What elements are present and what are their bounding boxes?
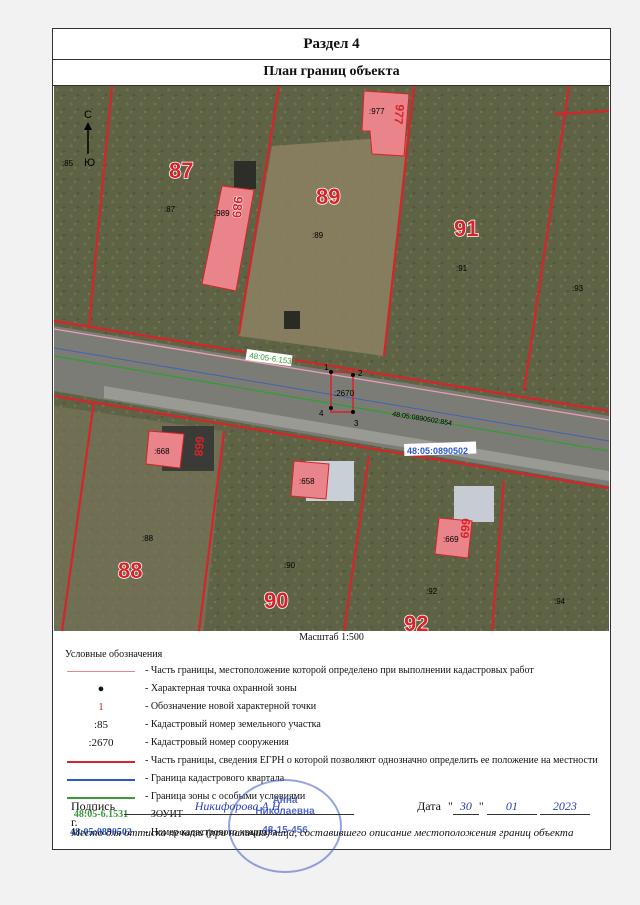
legend-title: Условные обозначения — [65, 649, 163, 660]
date-year: 2023 — [539, 799, 590, 815]
date-day: 30 — [452, 799, 479, 815]
signature-label: Подпись — [71, 799, 116, 813]
legend-blue-line — [67, 779, 135, 781]
point-1-label: 1 — [324, 363, 329, 372]
legend-row: - Граница кадастрового квартала — [65, 770, 605, 788]
legend-row: :2670 - Кадастровый номер сооружения — [65, 734, 605, 752]
south-label: Ю — [84, 157, 95, 169]
scale-label: Масштаб 1:500 — [299, 632, 364, 643]
quarter-label: 48:05:0890502 — [407, 446, 468, 456]
legend-parcel-symbol: :85 — [93, 719, 109, 731]
point-2-dot — [351, 373, 355, 377]
legend-pink-line — [67, 671, 135, 672]
legend-dot-icon: ● — [97, 683, 105, 695]
point-4-dot — [329, 406, 333, 410]
label-87: :87 — [164, 205, 176, 214]
big-90: 90 — [264, 588, 288, 613]
legend-row: - Часть границы, сведения ЕГРН о которой… — [65, 752, 605, 770]
point-2-label: 2 — [358, 369, 363, 378]
legend-red-line — [67, 761, 135, 763]
legend-row: :85 - Кадастровый номер земельного участ… — [65, 716, 605, 734]
legend-text: - Кадастровый номер земельного участка — [145, 719, 321, 730]
legend-row: 1 - Обозначение новой характерной точки — [65, 698, 605, 716]
big-89: 89 — [316, 184, 340, 209]
cadastral-map: С Ю :85 87 :87 :989 989 89 :89 :977 977 … — [54, 86, 609, 631]
label-658: :658 — [299, 477, 315, 486]
north-label: С — [84, 109, 92, 121]
legend-text: - Кадастровый номер сооружения — [145, 737, 289, 748]
label-89: :89 — [312, 231, 324, 240]
document-sheet: Раздел 4 План границ объекта С Ю:85 87 … — [52, 28, 611, 873]
label-977: :977 — [369, 107, 385, 116]
rot-669: 669 — [457, 518, 473, 539]
structure-label: :2670 — [334, 389, 355, 398]
rot-977: 977 — [391, 104, 407, 125]
date-month: 01 — [486, 799, 537, 815]
legend-row: ● - Характерная точка охранной зоны — [65, 680, 605, 698]
rot-668: 668 — [191, 436, 207, 457]
label-989: :989 — [214, 209, 230, 218]
legend-point-symbol: 1 — [98, 701, 104, 713]
shed — [284, 311, 300, 329]
signature-row: Подпись Никифорова А.Н. Дата " 30 " 01 202… — [71, 799, 591, 830]
legend-text: - Часть границы, местоположение которой … — [145, 665, 534, 676]
signature-name: Никифорова А.Н. — [124, 799, 355, 815]
label-88: :88 — [142, 534, 154, 543]
legend-text: - Обозначение новой характерной точки — [145, 701, 317, 712]
label-669: :669 — [443, 535, 459, 544]
big-91: 91 — [454, 216, 478, 241]
rot-989: 989 — [229, 196, 246, 219]
date-label: Дата — [417, 799, 441, 813]
legend-row: - Часть границы, местоположение которой … — [65, 662, 605, 680]
big-88: 88 — [118, 558, 142, 583]
point-1-dot — [329, 370, 333, 374]
label-91: :91 — [456, 264, 468, 273]
label-93: :93 — [572, 284, 584, 293]
point-3-label: 3 — [354, 419, 359, 428]
point-3-dot — [351, 410, 355, 414]
building-dark-1 — [234, 161, 256, 189]
section-title: Раздел 4 — [53, 29, 610, 60]
place-note: Место для оттиска печати (при наличии) л… — [71, 827, 574, 839]
label-668: :668 — [154, 447, 170, 456]
label-85: :85 — [62, 159, 74, 168]
legend-text: - Часть границы, сведения ЕГРН о которой… — [145, 755, 598, 766]
building-roof-2 — [454, 486, 494, 522]
big-92: 92 — [404, 611, 428, 631]
label-92: :92 — [426, 587, 438, 596]
legend-text: - Характерная точка охранной зоны — [145, 683, 297, 694]
point-4-label: 4 — [319, 409, 324, 418]
big-87: 87 — [169, 158, 193, 183]
label-94: :94 — [554, 597, 566, 606]
map-svg: С Ю :85 87 :87 :989 989 89 :89 :977 977 … — [54, 86, 609, 631]
plan-title: План границ объекта — [53, 59, 610, 86]
legend-structure-symbol: :2670 — [88, 737, 114, 749]
label-90: :90 — [284, 561, 296, 570]
